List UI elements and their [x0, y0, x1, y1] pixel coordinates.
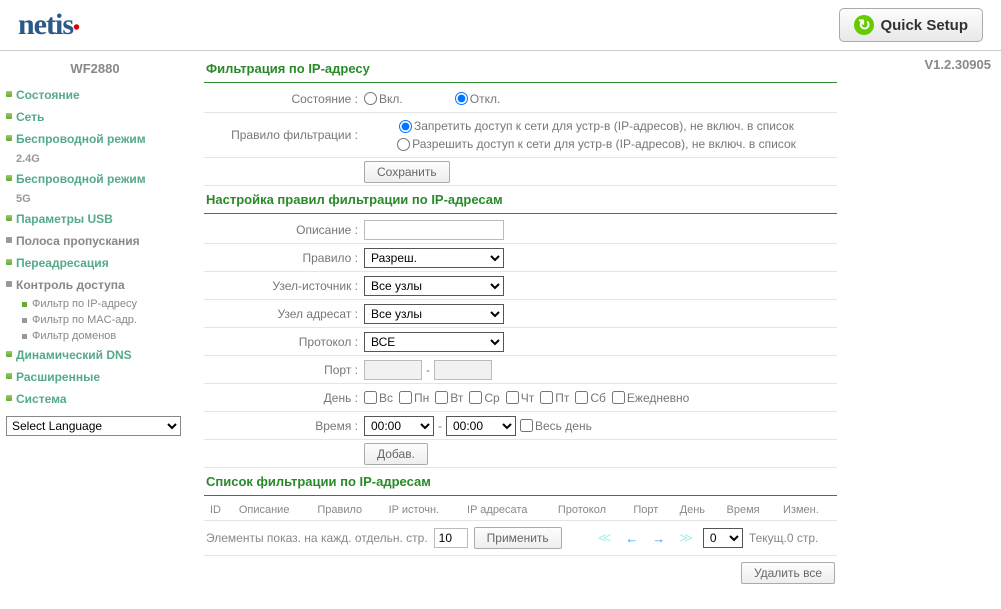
rule-select[interactable]: Разреш.: [364, 248, 504, 268]
sidebar-item-status[interactable]: Состояние: [2, 84, 188, 106]
time-label: Время :: [204, 419, 364, 433]
proto-select[interactable]: ВСЕ: [364, 332, 504, 352]
apply-button[interactable]: Применить: [474, 527, 562, 549]
quick-setup-button[interactable]: ↻ Quick Setup: [839, 8, 983, 42]
time-to-select[interactable]: 00:00: [446, 416, 516, 436]
section-title-list: Список фильтрации по IP-адресам: [204, 468, 837, 496]
section-title-rules: Настройка правил фильтрации по IP-адреса…: [204, 186, 837, 214]
sidebar-item-usb[interactable]: Параметры USB: [2, 208, 188, 230]
dst-label: Узел адресат :: [204, 307, 364, 321]
section-title-filter: Фильтрация по IP-адресу: [204, 55, 837, 83]
pager-prev-icon[interactable]: ←: [621, 531, 642, 546]
sidebar-item-forwarding[interactable]: Переадресация: [2, 252, 188, 274]
port-label: Порт :: [204, 363, 364, 377]
language-select[interactable]: Select Language: [6, 416, 181, 436]
sidebar-sub-5g: 5G: [2, 190, 188, 208]
src-select[interactable]: Все узлы: [364, 276, 504, 296]
day-sun-check[interactable]: Вс: [364, 391, 393, 405]
src-label: Узел-источник :: [204, 279, 364, 293]
deny-radio[interactable]: Запретить доступ к сети для устр-в (IP-а…: [399, 119, 794, 133]
day-fri-check[interactable]: Пт: [540, 391, 569, 405]
sidebar-sub-24g: 2.4G: [2, 150, 188, 168]
proto-label: Протокол :: [204, 335, 364, 349]
delete-all-button[interactable]: Удалить все: [741, 562, 835, 584]
main-content: Фильтрация по IP-адресу Состояние : Вкл.…: [190, 51, 851, 594]
day-daily-check[interactable]: Ежедневно: [612, 391, 689, 405]
col-proto: Протокол: [552, 500, 627, 521]
status-on-radio[interactable]: Вкл.: [364, 92, 403, 106]
col-id: ID: [204, 500, 233, 521]
port-from-input: [364, 360, 422, 380]
col-day: День: [674, 500, 721, 521]
sidebar-item-advanced[interactable]: Расширенные: [2, 366, 188, 388]
col-edit: Измен.: [777, 500, 837, 521]
save-button[interactable]: Сохранить: [364, 161, 450, 183]
sidebar-sub-domain-filter[interactable]: Фильтр доменов: [2, 328, 188, 344]
day-mon-check[interactable]: Пн: [399, 391, 429, 405]
status-label: Состояние :: [204, 92, 364, 106]
col-dstip: IP адресата: [461, 500, 552, 521]
day-tue-check[interactable]: Вт: [435, 391, 463, 405]
col-port: Порт: [627, 500, 673, 521]
desc-label: Описание :: [204, 223, 364, 237]
filter-rule-label: Правило фильтрации :: [204, 128, 364, 142]
time-from-select[interactable]: 00:00: [364, 416, 434, 436]
sidebar-item-bandwidth[interactable]: Полоса пропускания: [2, 230, 188, 252]
sidebar-item-wireless24[interactable]: Беспроводной режим: [2, 128, 188, 150]
sidebar-item-ddns[interactable]: Динамический DNS: [2, 344, 188, 366]
day-label: День :: [204, 391, 364, 405]
sidebar-item-system[interactable]: Система: [2, 388, 188, 410]
day-thu-check[interactable]: Чт: [506, 391, 535, 405]
desc-input[interactable]: [364, 220, 504, 240]
arrow-icon: ↻: [854, 15, 874, 35]
day-wed-check[interactable]: Ср: [469, 391, 499, 405]
version-label: V1.2.30905: [851, 51, 1001, 78]
per-page-input[interactable]: [434, 528, 468, 548]
col-srcip: IP источн.: [383, 500, 461, 521]
sidebar-sub-mac-filter[interactable]: Фильтр по MAC-адр.: [2, 312, 188, 328]
port-to-input: [434, 360, 492, 380]
model-label: WF2880: [2, 55, 188, 84]
pager-last-icon[interactable]: ≫: [675, 530, 697, 546]
filter-list-table: ID Описание Правило IP источн. IP адреса…: [204, 500, 837, 521]
allday-check[interactable]: Весь день: [520, 419, 592, 433]
sidebar-item-network[interactable]: Сеть: [2, 106, 188, 128]
sidebar: WF2880 Состояние Сеть Беспроводной режим…: [0, 51, 190, 594]
sidebar-item-access-control[interactable]: Контроль доступа: [2, 274, 188, 296]
pager-text: Элементы показ. на кажд. отдельн. стр.: [206, 531, 428, 545]
allow-radio[interactable]: Разрешить доступ к сети для устр-в (IP-а…: [397, 137, 796, 151]
pager-first-icon[interactable]: ≪: [594, 530, 616, 546]
dst-select[interactable]: Все узлы: [364, 304, 504, 324]
day-sat-check[interactable]: Сб: [575, 391, 606, 405]
sidebar-item-wireless5[interactable]: Беспроводной режим: [2, 168, 188, 190]
sidebar-sub-ip-filter[interactable]: Фильтр по IP-адресу: [2, 296, 188, 312]
app-logo: netis•: [18, 8, 79, 42]
pager-next-icon[interactable]: →: [648, 531, 669, 546]
add-button[interactable]: Добав.: [364, 443, 428, 465]
cur-page-label: Текущ.0 стр.: [749, 531, 818, 545]
rule-label: Правило :: [204, 251, 364, 265]
status-off-radio[interactable]: Откл.: [455, 92, 501, 106]
col-rule: Правило: [311, 500, 382, 521]
page-select[interactable]: 0: [703, 528, 743, 548]
col-desc: Описание: [233, 500, 312, 521]
col-time: Время: [721, 500, 778, 521]
